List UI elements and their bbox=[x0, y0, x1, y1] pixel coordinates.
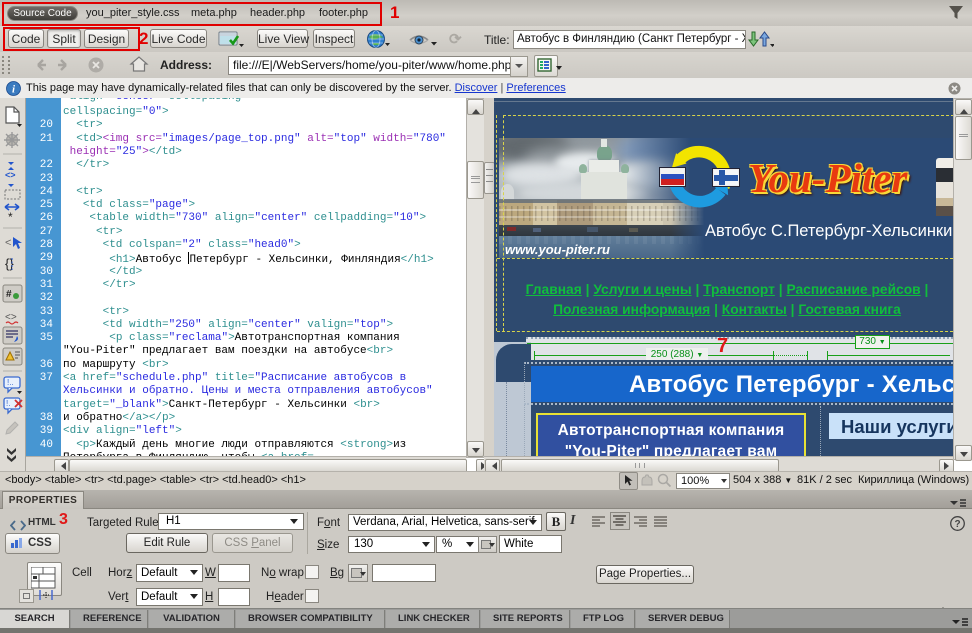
svg-text:<: < bbox=[5, 237, 11, 249]
svg-text:#: # bbox=[6, 289, 12, 300]
svg-text:{}: {} bbox=[5, 256, 14, 271]
svg-text:?: ? bbox=[954, 519, 960, 530]
svg-text:<>: <> bbox=[5, 170, 16, 180]
svg-text:!..: !.. bbox=[7, 378, 14, 387]
svg-text:<>: <> bbox=[5, 312, 17, 323]
svg-text:*: * bbox=[8, 210, 13, 224]
svg-text:!.: !. bbox=[6, 399, 10, 408]
